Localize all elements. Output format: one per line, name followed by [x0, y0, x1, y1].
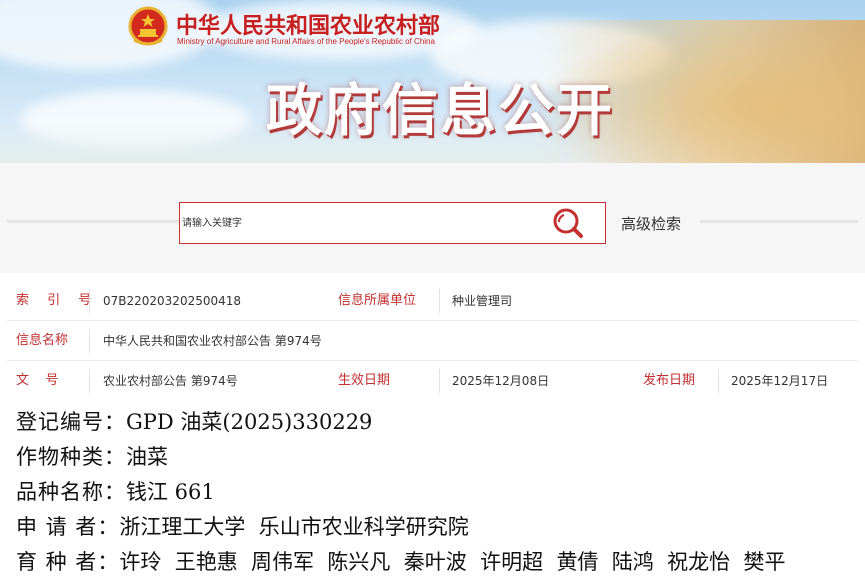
breeder-value: 许玲 王艳惠 周伟军 陈兴凡 秦叶波 许明超 黄倩 陆鸿 祝龙怡 樊平 [119, 550, 786, 574]
meta-row: 索 引 号 07B220203202500418 信息所属单位 种业管理司 [7, 281, 858, 321]
meta-row: 信息名称 中华人民共和国农业农村部公告 第974号 [7, 321, 858, 361]
crop-type-line: 作物种类：油菜 [16, 441, 168, 471]
advanced-search-link[interactable]: 高级检索 [621, 213, 681, 234]
info-name-label: 信息名称 [16, 333, 69, 348]
cell-divider [439, 369, 440, 393]
national-emblem-icon [128, 6, 168, 46]
publish-date-value: 2025年12月17日 [731, 374, 829, 388]
site-banner: 中华人民共和国农业农村部 Ministry of Agriculture and… [0, 0, 865, 163]
publish-date-label: 发布日期 [643, 373, 696, 388]
divider-line [7, 220, 179, 223]
ministry-name-cn[interactable]: 中华人民共和国农业农村部 [176, 8, 440, 40]
divider-line [700, 220, 858, 223]
search-input[interactable] [182, 204, 542, 242]
doc-number-label: 文 号 [16, 373, 59, 388]
applicant-value: 浙江理工大学 乐山市农业科学研究院 [119, 515, 469, 539]
ministry-name-en: Ministry of Agriculture and Rural Affair… [177, 37, 435, 46]
index-number-value: 07B220203202500418 [103, 294, 242, 308]
meta-row: 文 号 农业农村部公告 第974号 生效日期 2025年12月08日 发布日期 … [7, 361, 858, 401]
registration-line: 登记编号：GPD 油菜(2025)330229 [16, 406, 372, 436]
cell-divider [89, 289, 90, 313]
crop-type-value: 油菜 [126, 445, 168, 469]
owner-unit-label: 信息所属单位 [338, 293, 417, 308]
doc-number-value: 农业农村部公告 第974号 [103, 374, 238, 388]
index-number-label: 索 引 号 [16, 293, 99, 308]
breeder-key: 育 种 者： [16, 550, 120, 574]
applicant-line: 申 请 者：浙江理工大学 乐山市农业科学研究院 [16, 511, 469, 541]
applicant-key: 申 请 者： [16, 515, 120, 539]
variety-name-value: 钱江 661 [126, 480, 215, 504]
effective-date-value: 2025年12月08日 [452, 374, 550, 388]
crop-type-key: 作物种类： [16, 445, 126, 469]
cell-divider [439, 289, 440, 313]
banner-title: 政府信息公开 [266, 79, 614, 144]
search-box[interactable] [179, 202, 606, 244]
effective-date-label: 生效日期 [338, 373, 391, 388]
owner-unit-value: 种业管理司 [452, 294, 513, 308]
breeder-line: 育 种 者：许玲 王艳惠 周伟军 陈兴凡 秦叶波 许明超 黄倩 陆鸿 祝龙怡 樊… [16, 546, 786, 576]
variety-name-key: 品种名称： [16, 480, 126, 504]
registration-key: 登记编号： [16, 410, 126, 434]
cell-divider [89, 369, 90, 393]
search-icon[interactable] [551, 206, 585, 240]
info-metadata-table: 索 引 号 07B220203202500418 信息所属单位 种业管理司 信息… [7, 273, 858, 397]
cell-divider [718, 369, 719, 393]
cell-divider [89, 329, 90, 353]
info-name-value: 中华人民共和国农业农村部公告 第974号 [103, 334, 322, 348]
document-body: 登记编号：GPD 油菜(2025)330229 作物种类：油菜 品种名称：钱江 … [0, 397, 865, 581]
variety-name-line: 品种名称：钱江 661 [16, 476, 215, 506]
registration-value: GPD 油菜(2025)330229 [126, 410, 373, 434]
